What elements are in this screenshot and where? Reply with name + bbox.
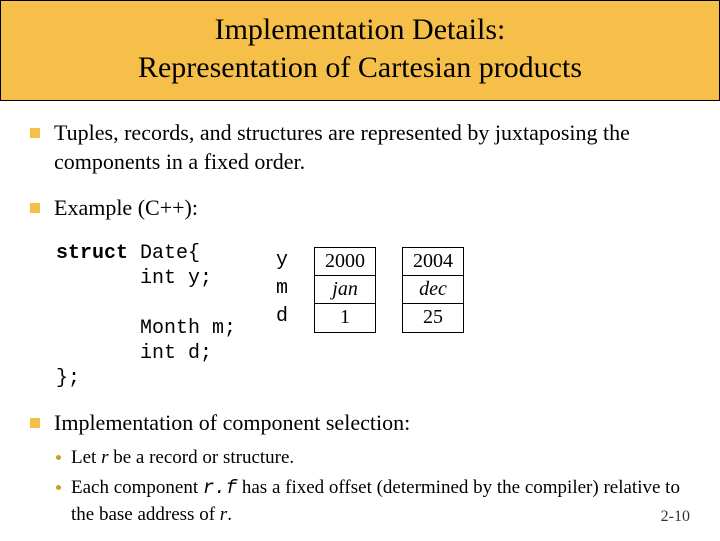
example-row: struct Date{ int y; Month m; int d; }; y…: [56, 241, 690, 391]
bullet-1-text: Tuples, records, and structures are repr…: [54, 119, 690, 176]
dot-bullet-icon: [56, 485, 61, 490]
cell-y-1: 2000: [315, 248, 375, 276]
sub-bullet-1-text: Let r be a record or structure.: [71, 445, 294, 471]
sub-bullet-2: Each component r.f has a fixed offset (d…: [56, 475, 690, 527]
slide-number: 2-10: [661, 508, 690, 526]
cell-m-2: dec: [403, 276, 463, 304]
field-d: d: [276, 303, 288, 331]
sub-bullet-1: Let r be a record or structure.: [56, 445, 690, 471]
s2e: .: [227, 504, 232, 525]
cell-y-2: 2004: [403, 248, 463, 276]
sub-bullet-list: Let r be a record or structure. Each com…: [56, 445, 690, 527]
s1a: Let: [71, 447, 101, 468]
bullet-2-text: Example (C++):: [54, 194, 690, 223]
code-l5: };: [56, 367, 80, 390]
title-line-2: Representation of Cartesian products: [138, 51, 582, 84]
code-keyword: struct: [56, 242, 128, 265]
sub-bullet-2-text: Each component r.f has a fixed offset (d…: [71, 475, 690, 527]
square-bullet-icon: [30, 203, 40, 213]
bullet-2: Example (C++):: [30, 194, 690, 223]
code-l4: int d;: [56, 342, 212, 365]
square-bullet-icon: [30, 128, 40, 138]
bullet-1: Tuples, records, and structures are repr…: [30, 119, 690, 176]
code-l2: int y;: [56, 267, 212, 290]
struct-instance-1: 2000 jan 1: [314, 247, 376, 333]
slide-content: Tuples, records, and structures are repr…: [0, 101, 720, 541]
s1c: be a record or structure.: [108, 447, 294, 468]
expr-rf: r.f: [203, 477, 237, 499]
cell-m-1: jan: [315, 276, 375, 304]
field-labels: y m d: [276, 247, 288, 331]
field-y: y: [276, 247, 288, 275]
s2a: Each component: [71, 477, 203, 498]
slide-title: Implementation Details: Representation o…: [21, 11, 699, 86]
title-line-1: Implementation Details:: [215, 13, 506, 46]
code-block: struct Date{ int y; Month m; int d; };: [56, 241, 236, 391]
code-l1: Date{: [128, 242, 200, 265]
square-bullet-icon: [30, 418, 40, 428]
bullet-3: Implementation of component selection:: [30, 409, 690, 438]
title-bar: Implementation Details: Representation o…: [0, 0, 720, 101]
bullet-3-text: Implementation of component selection:: [54, 409, 690, 438]
code-l3: Month m;: [56, 317, 236, 340]
struct-diagram: y m d 2000 jan 1 2004 dec 25: [276, 247, 464, 333]
dot-bullet-icon: [56, 455, 61, 460]
cell-d-2: 25: [403, 304, 463, 332]
struct-instance-2: 2004 dec 25: [402, 247, 464, 333]
cell-d-1: 1: [315, 304, 375, 332]
field-m: m: [276, 275, 288, 303]
